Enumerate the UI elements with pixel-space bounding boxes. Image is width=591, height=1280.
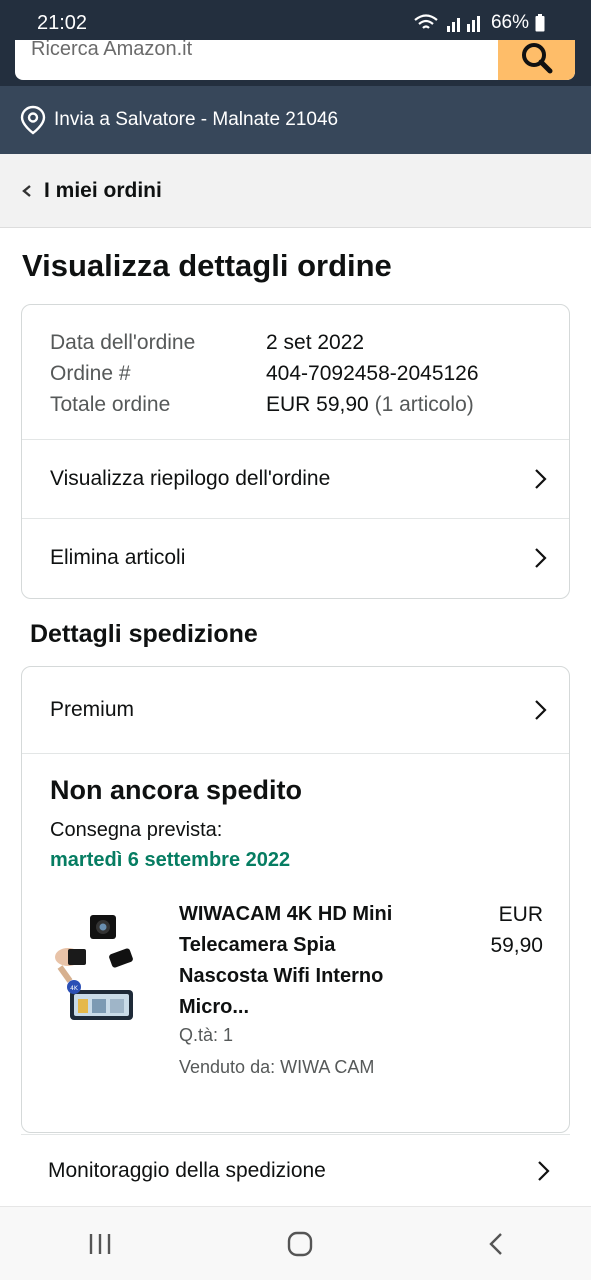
status-icons: 66% xyxy=(413,12,545,34)
delivery-eta-label: Consegna prevista: xyxy=(50,819,223,841)
shipment-card: Premium Non ancora spedito Consegna prev… xyxy=(21,666,570,1133)
shipping-method-link[interactable]: Premium xyxy=(22,667,569,753)
order-info-card: Data dell'ordine 2 set 2022 Ordine # 404… xyxy=(21,304,570,599)
product-seller: Venduto da: WIWA CAM xyxy=(179,1057,375,1077)
order-date-label: Data dell'ordine xyxy=(50,331,196,354)
order-item-count: (1 articolo) xyxy=(374,393,474,416)
track-shipment-link[interactable]: Monitoraggio della spedizione xyxy=(21,1134,570,1206)
svg-text:4K: 4K xyxy=(70,985,79,992)
order-number-value: 404-7092458-2045126 xyxy=(266,362,479,385)
product-quantity: Q.tà: 1 xyxy=(179,1025,234,1045)
search-button[interactable] xyxy=(498,40,575,80)
order-total-label: Totale ordine xyxy=(50,393,171,416)
wifi-icon xyxy=(414,14,438,29)
order-total-value: EUR 59,90 (1 articolo) xyxy=(266,389,474,420)
chevron-left-icon xyxy=(22,184,31,197)
back-link-label: I miei ordini xyxy=(44,178,162,202)
order-date-row: Data dell'ordine 2 set 2022 xyxy=(50,327,479,358)
chevron-right-icon xyxy=(535,469,547,489)
order-total-amount: EUR 59,90 xyxy=(266,393,369,416)
order-date-value: 2 set 2022 xyxy=(266,331,365,354)
system-nav-bar xyxy=(0,1206,591,1280)
product-price: EUR 59,90 xyxy=(490,899,543,961)
track-shipment-label: Monitoraggio della spedizione xyxy=(48,1158,326,1182)
product-image[interactable]: 4K xyxy=(48,907,148,1027)
chevron-right-icon xyxy=(538,1160,550,1181)
back-to-orders-link[interactable]: I miei ordini xyxy=(0,154,591,228)
status-time: 21:02 xyxy=(37,12,88,34)
delivery-address-text: Invia a Salvatore - Malnate 21046 xyxy=(54,109,339,130)
product-price-currency: EUR xyxy=(498,903,543,926)
order-summary-label: Visualizza riepilogo dell'ordine xyxy=(50,467,331,490)
shipment-status: Non ancora spedito xyxy=(50,775,303,805)
chevron-right-icon xyxy=(535,548,547,568)
order-summary-link[interactable]: Visualizza riepilogo dell'ordine xyxy=(22,440,569,518)
delivery-eta-date: martedì 6 settembre 2022 xyxy=(50,849,291,871)
chevron-right-icon xyxy=(535,700,547,720)
recents-icon[interactable] xyxy=(87,1232,113,1256)
page-title: Visualizza dettagli ordine xyxy=(22,248,392,283)
home-icon[interactable] xyxy=(286,1230,314,1258)
location-pin-icon xyxy=(20,105,46,135)
delete-items-label: Elimina articoli xyxy=(50,546,186,569)
search-input[interactable]: Ricerca Amazon.it xyxy=(31,40,192,61)
signal-icon xyxy=(446,16,480,32)
search-icon xyxy=(521,43,552,74)
product-price-value: 59,90 xyxy=(490,934,543,957)
divider xyxy=(22,753,569,754)
search-box[interactable]: Ricerca Amazon.it xyxy=(15,40,575,80)
shipping-section-title: Dettagli spedizione xyxy=(30,620,258,648)
order-total-row: Totale ordine EUR 59,90 (1 articolo) xyxy=(50,389,479,420)
product-title-link[interactable]: WIWACAM 4K HD Mini Telecamera Spia Nasco… xyxy=(179,899,429,1023)
back-icon[interactable] xyxy=(487,1231,505,1257)
delete-items-link[interactable]: Elimina articoli xyxy=(22,519,569,597)
order-info-list: Data dell'ordine 2 set 2022 Ordine # 404… xyxy=(50,327,479,420)
order-number-label: Ordine # xyxy=(50,362,131,385)
delivery-address-bar[interactable]: Invia a Salvatore - Malnate 21046 xyxy=(0,86,591,154)
shipping-method-label: Premium xyxy=(50,698,135,721)
battery-icon xyxy=(535,14,545,32)
battery-percent: 66% xyxy=(490,12,529,33)
order-number-row: Ordine # 404-7092458-2045126 xyxy=(50,358,479,389)
